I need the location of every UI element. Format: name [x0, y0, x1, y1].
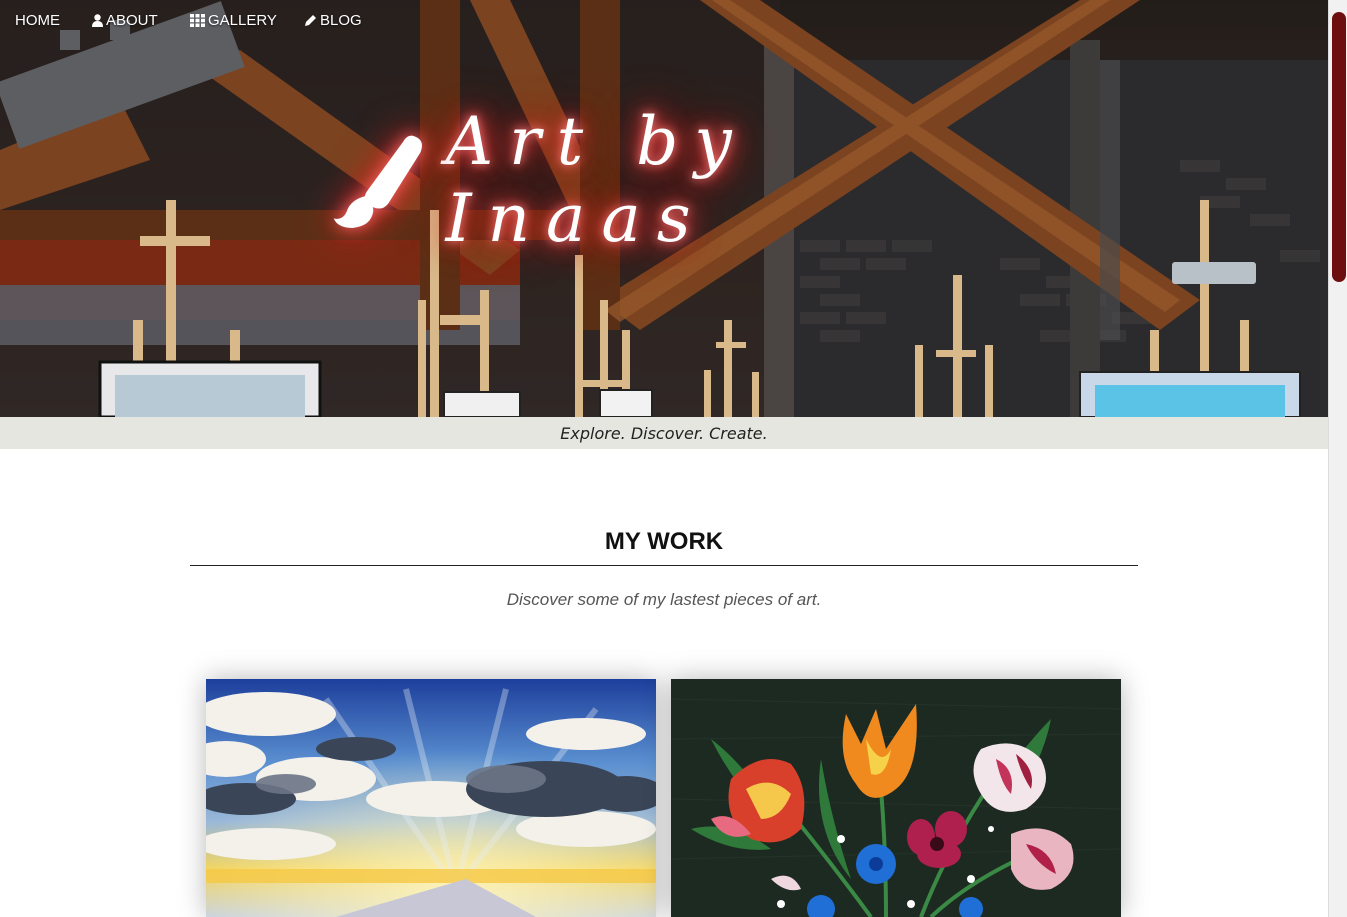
nav-gallery-label: GALLERY	[208, 12, 277, 29]
flower-painting-image	[671, 679, 1121, 917]
site-logo[interactable]: Art by Inaas	[330, 103, 1010, 257]
page-scrollbar[interactable]	[1328, 0, 1347, 917]
artwork-card-sky[interactable]	[206, 679, 656, 917]
section-divider	[190, 565, 1138, 566]
nav-home-label: HOME	[15, 12, 60, 29]
nav-about-label: ABOUT	[106, 12, 158, 29]
hero-banner: HOME ABOUT GALLERY BLOG Art by Inaas	[0, 0, 1328, 417]
grid-icon	[190, 14, 205, 27]
tagline-text: Explore. Discover. Create.	[560, 423, 768, 443]
scrollbar-thumb[interactable]	[1332, 12, 1346, 282]
nav-blog-label: BLOG	[320, 12, 362, 29]
artwork-card-flowers[interactable]	[671, 679, 1121, 917]
nav-about-link[interactable]: ABOUT	[92, 12, 158, 29]
tagline-bar: Explore. Discover. Create.	[0, 417, 1328, 449]
user-icon	[92, 14, 103, 27]
section-subtitle: Discover some of my lastest pieces of ar…	[506, 590, 822, 609]
pencil-icon	[305, 15, 316, 26]
nav-gallery-link[interactable]: GALLERY	[190, 12, 277, 29]
site-title: Art by Inaas	[445, 103, 748, 257]
nav-home-link[interactable]: HOME	[15, 12, 60, 29]
paintbrush-icon	[333, 135, 422, 228]
section-title: MY WORK	[604, 528, 724, 555]
nav-blog-link[interactable]: BLOG	[304, 12, 362, 29]
sky-painting-image	[206, 679, 656, 917]
